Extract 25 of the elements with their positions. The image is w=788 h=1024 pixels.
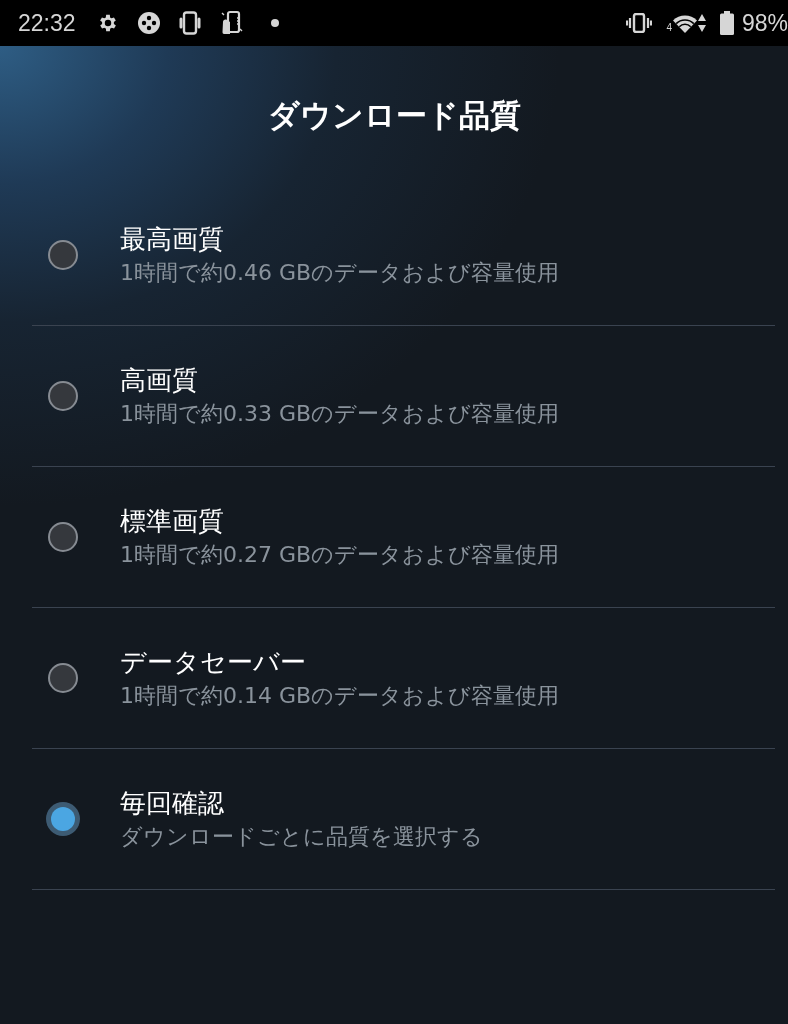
radio-button[interactable] [46, 802, 80, 836]
battery-icon [719, 11, 734, 35]
option-label[interactable]: 毎回確認 [120, 788, 483, 818]
data-arrows-icon [697, 13, 706, 33]
option-description: 1時間で約0.46 GBのデータおよび容量使用 [120, 260, 560, 286]
page-title: ダウンロード品質 [266, 95, 522, 135]
option-description: 1時間で約0.14 GBのデータおよび容量使用 [120, 683, 560, 709]
notification-dot-icon [270, 19, 279, 27]
option-label[interactable]: データセーバー [120, 647, 560, 677]
option-description: 1時間で約0.27 GBのデータおよび容量使用 [120, 542, 560, 568]
phone-rotate-icon [178, 11, 201, 35]
network-type-label: 4 [666, 23, 672, 33]
radio-button[interactable] [48, 381, 78, 411]
radio-button[interactable] [48, 240, 78, 270]
radio-button[interactable] [48, 522, 78, 552]
option-description: 1時間で約0.33 GBのデータおよび容量使用 [120, 401, 560, 427]
option-label[interactable]: 最高画質 [120, 224, 560, 254]
vibrate-icon [626, 13, 653, 33]
battery-percentage: 98% [741, 9, 788, 37]
circle-dots-icon [136, 11, 161, 35]
option-label[interactable]: 高画質 [120, 365, 560, 395]
option-description: ダウンロードごとに品質を選択する [120, 824, 483, 850]
option-label[interactable]: 標準画質 [120, 506, 560, 536]
status-time: 22:32 [18, 9, 76, 37]
radio-button[interactable] [48, 663, 78, 693]
